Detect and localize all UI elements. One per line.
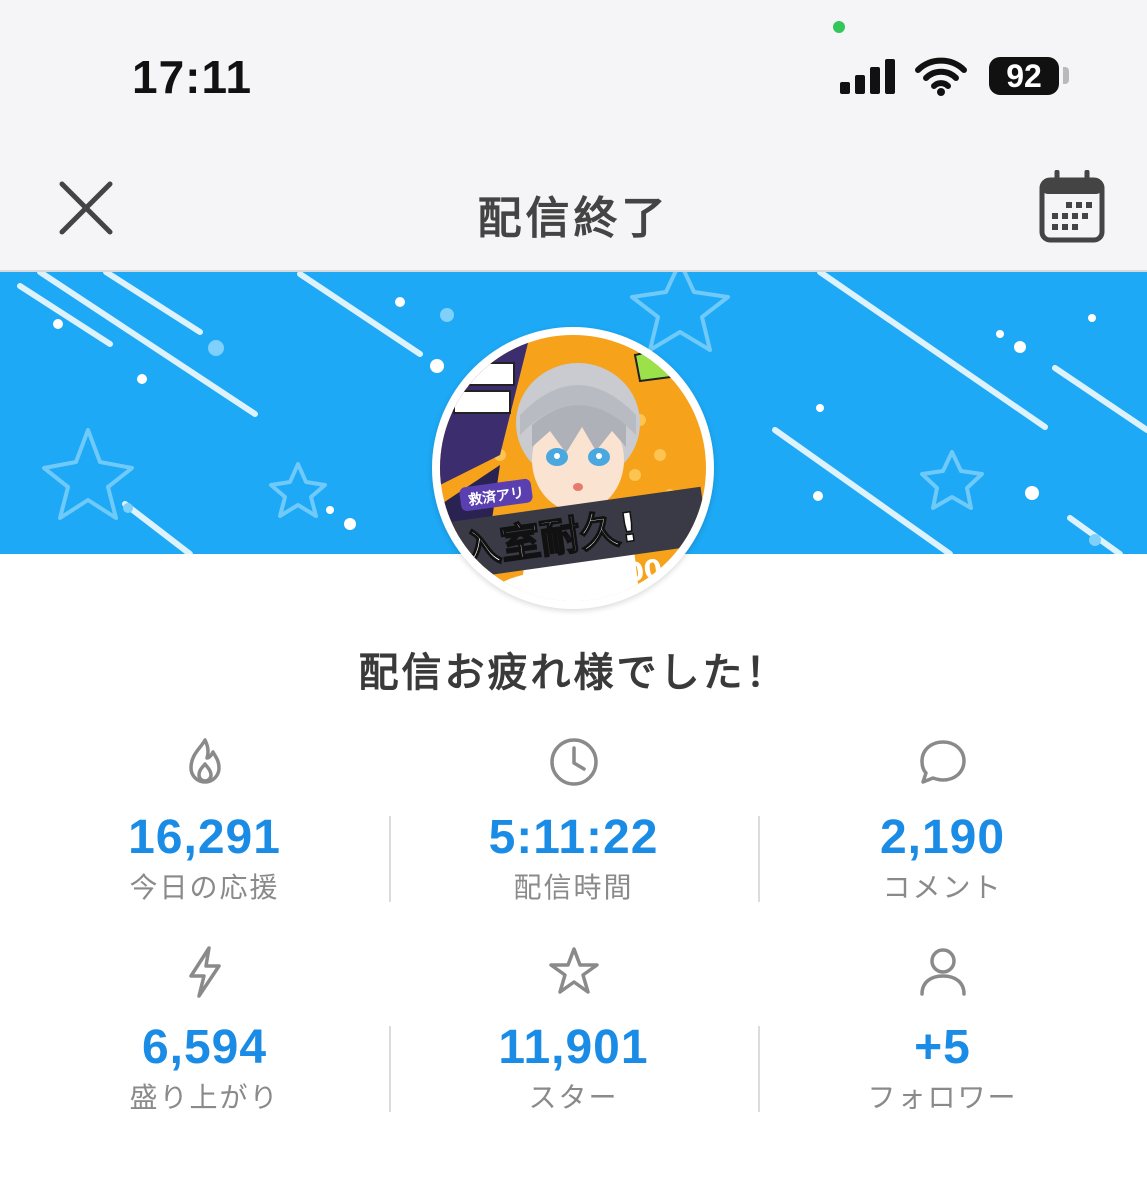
stat-cell-excitement: 6,594 盛り上がり	[20, 938, 389, 1138]
stat-label: 今日の応援	[129, 871, 280, 904]
stat-label: スター	[528, 1081, 619, 1114]
wifi-icon	[915, 57, 967, 96]
status-bar: 17:11 92	[0, 0, 1147, 150]
stat-value: 6,594	[141, 1021, 268, 1074]
clock-icon	[549, 738, 598, 786]
calendar-icon[interactable]	[1038, 170, 1106, 244]
stat-cell-followers: +5 フォロワー	[758, 938, 1127, 1138]
stat-value: 16,291	[128, 811, 281, 864]
battery-level: 92	[1006, 57, 1042, 94]
greeting-message: 配信お疲れ様でした！	[358, 650, 789, 696]
stats-row-1: 16,291 今日の応援 5:11:22 配信時間 2,190 コメント	[20, 728, 1127, 938]
comment-icon	[919, 740, 966, 784]
stat-value: 2,190	[879, 811, 1006, 864]
stat-value: +5	[914, 1021, 971, 1074]
avatar: 救済アリ 入室耐久! 1000	[432, 327, 714, 609]
lightning-icon	[188, 946, 221, 998]
stat-cell-support: 16,291 今日の応援	[20, 728, 389, 928]
person-icon	[919, 948, 966, 996]
battery-tip	[1063, 67, 1069, 84]
stat-label: 配信時間	[513, 871, 634, 904]
flame-icon	[188, 738, 221, 784]
stat-value: 5:11:22	[488, 811, 659, 864]
stat-cell-stars: 11,901 スター	[389, 938, 758, 1138]
nav-bar: 配信終了	[0, 150, 1147, 272]
battery-icon: 92	[989, 57, 1059, 95]
stat-value: 11,901	[498, 1021, 649, 1074]
cellular-signal-icon	[840, 59, 895, 94]
camera-indicator-dot	[833, 21, 845, 33]
stats-row-2: 6,594 盛り上がり 11,901 スター +5 フォロワー	[20, 938, 1127, 1148]
stat-cell-duration: 5:11:22 配信時間	[389, 728, 758, 928]
status-time: 17:11	[132, 51, 253, 103]
page-title: 配信終了	[477, 193, 670, 244]
star-icon	[548, 947, 599, 994]
stat-label: 盛り上がり	[129, 1081, 280, 1114]
stat-cell-comments: 2,190 コメント	[758, 728, 1127, 928]
stat-label: フォロワー	[867, 1081, 1018, 1114]
stats-grid: 16,291 今日の応援 5:11:22 配信時間 2,190 コメント 6,5…	[20, 728, 1127, 1148]
stat-label: コメント	[882, 871, 1003, 904]
avatar-image: 救済アリ 入室耐久! 1000	[440, 335, 706, 601]
